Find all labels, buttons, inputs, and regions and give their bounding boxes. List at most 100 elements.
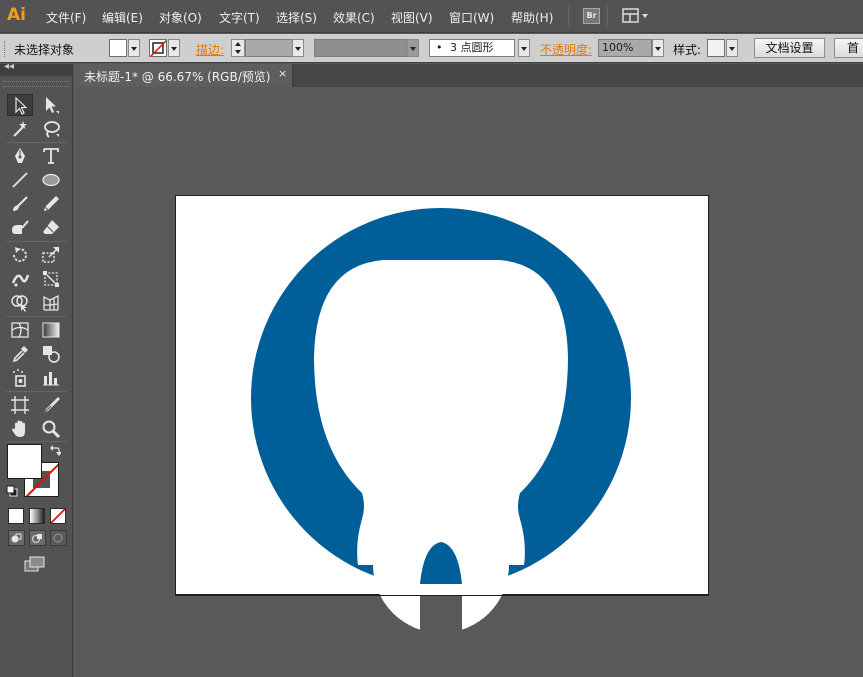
menu-file[interactable]: 文件(F) [46,9,86,26]
collapse-panel-icon[interactable]: ◂◂ [4,61,14,72]
magic-wand-icon [13,121,27,137]
stroke-swatch-control[interactable] [149,39,167,57]
document-tab-title: 未标题-1* @ 66.67% (RGB/预览) [84,70,271,84]
stroke-label-text: 描边 [196,43,221,57]
artboard-icon [11,396,29,414]
menu-view[interactable]: 视图(V) [391,9,433,26]
style-label-text: 样式 [673,43,698,57]
stroke-weight-dropdown[interactable] [292,39,304,57]
menu-help[interactable]: 帮助(H) [511,9,553,26]
scale-tool[interactable] [38,244,64,266]
lasso-tool[interactable] [38,118,64,140]
column-graph-tool[interactable] [38,367,64,389]
type-icon [43,148,59,164]
tool-divider [6,316,67,317]
direct-selection-tool[interactable] [38,94,64,116]
shape-builder-tool[interactable] [7,292,33,314]
slice-tool[interactable] [38,394,64,416]
ellipse-tool[interactable] [38,169,64,191]
menu-edit[interactable]: 编辑(E) [102,9,143,26]
stroke-label[interactable]: 描边: [196,41,224,58]
menu-object[interactable]: 对象(O) [159,9,202,26]
workspace-icon [622,8,648,23]
gradient-mode-button[interactable] [29,508,45,524]
blend-tool[interactable] [38,343,64,365]
magic-wand-tool[interactable] [7,118,33,140]
document-setup-button[interactable]: 文档设置 [754,38,825,58]
opacity-label[interactable]: 不透明度: [540,41,592,58]
variable-width-profile[interactable] [314,39,408,57]
menu-select[interactable]: 选择(S) [276,9,317,26]
free-transform-tool[interactable] [38,268,64,290]
draw-behind-button[interactable] [29,530,46,546]
swap-fill-stroke-icon[interactable] [49,444,61,456]
default-fill-stroke-icon[interactable] [6,485,18,497]
mesh-icon [11,322,29,338]
preferences-button[interactable]: 首 [834,38,863,58]
perspective-grid-tool[interactable] [38,292,64,314]
eraser-icon [43,220,59,234]
menu-divider [607,6,608,26]
screen-mode-button[interactable] [24,556,46,572]
gradient-tool[interactable] [38,319,64,341]
no-stroke-icon [150,40,166,56]
pen-tool[interactable] [7,145,33,167]
width-tool[interactable] [7,268,33,290]
type-tool[interactable] [38,145,64,167]
graphic-style-swatch[interactable] [707,39,725,57]
stroke-dropdown[interactable] [168,39,180,57]
selection-tool[interactable] [7,94,33,116]
ellipse-icon [42,173,60,187]
document-tab[interactable]: 未标题-1* @ 66.67% (RGB/预览) × [74,64,293,87]
menu-effect[interactable]: 效果(C) [333,9,375,26]
color-mode-button[interactable] [8,508,24,524]
menu-window[interactable]: 窗口(W) [449,9,494,26]
line-segment-tool[interactable] [7,169,33,191]
bridge-button[interactable]: Br [583,8,600,24]
profile-dropdown[interactable] [407,39,419,57]
menu-type[interactable]: 文字(T) [219,9,260,26]
tools-panel-grip[interactable] [3,81,69,87]
hand-tool[interactable] [7,418,33,440]
none-mode-button[interactable] [50,508,66,524]
zoom-tool[interactable] [38,418,64,440]
gradient-icon [42,322,60,338]
artboard-tool[interactable] [7,394,33,416]
opacity-field[interactable]: 100% [598,39,652,57]
perspective-grid-icon [43,294,59,311]
pencil-tool[interactable] [38,193,64,215]
control-bar-grip[interactable] [4,41,7,57]
paintbrush-tool[interactable] [7,193,33,215]
blob-brush-icon [12,220,29,234]
mesh-tool[interactable] [7,319,33,341]
hand-icon [12,420,25,437]
fill-swatch-control[interactable] [109,39,127,57]
tools-panel-header: ◂◂ [0,61,72,76]
draw-inside-button[interactable] [50,530,67,546]
style-dropdown[interactable] [726,39,738,57]
stroke-weight-field[interactable] [245,39,293,57]
tools-panel: ◂◂ [0,61,73,677]
canvas-area[interactable] [74,87,863,677]
slice-icon [43,397,60,414]
eyedropper-tool[interactable] [7,343,33,365]
workspace-switcher-button[interactable] [622,8,650,24]
column-graph-icon [43,372,59,386]
draw-normal-button[interactable] [8,530,25,546]
close-tab-icon[interactable]: × [278,67,287,80]
symbol-sprayer-tool[interactable] [7,367,33,389]
brush-definition-field[interactable]: • 3 点圆形 [429,39,515,57]
brush-dropdown[interactable] [518,39,530,57]
stroke-weight-stepper[interactable] [231,39,245,57]
app-logo: Ai [7,5,26,25]
logo-artwork[interactable] [251,208,631,636]
fill-color-swatch[interactable] [7,444,42,479]
blob-brush-tool[interactable] [7,217,33,239]
rotate-tool[interactable] [7,244,33,266]
selection-status: 未选择对象 [14,43,75,57]
opacity-dropdown[interactable] [652,39,664,57]
draw-inside-icon [53,533,63,543]
fill-dropdown[interactable] [128,39,140,57]
eraser-tool[interactable] [38,217,64,239]
control-bar: 未选择对象 描边: • 3 点圆形 不透明度: 100% 样式: 文档设置 首 [0,34,863,63]
